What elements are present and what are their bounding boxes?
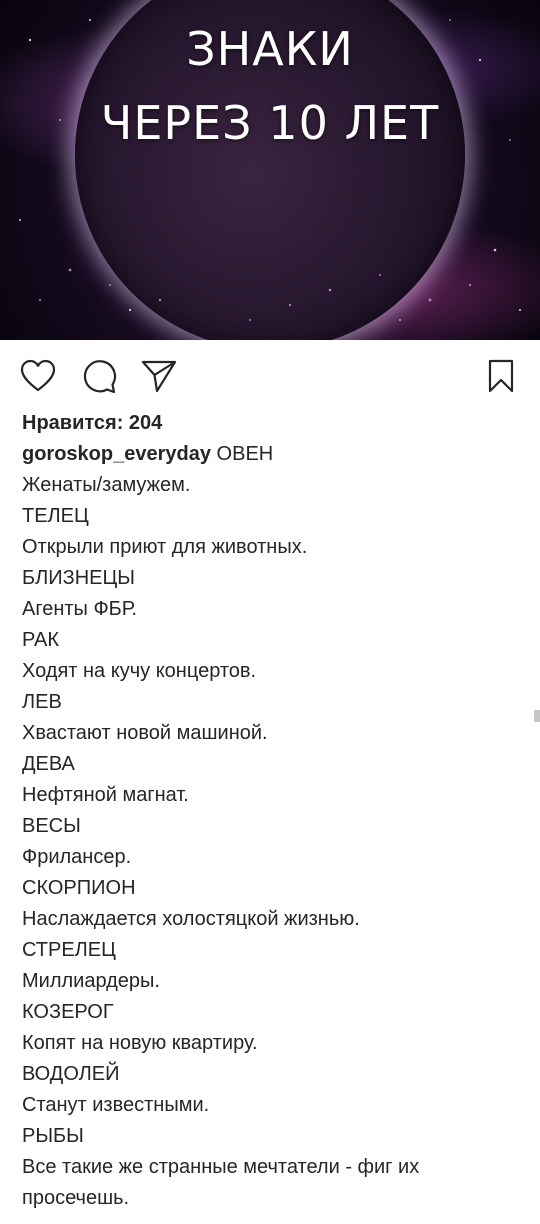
caption-line: Миллиардеры. <box>22 970 160 992</box>
save-button[interactable] <box>481 356 521 396</box>
image-title-line-2: ЧЕРЕЗ 10 ЛЕТ <box>100 96 440 150</box>
image-title-line-1: ЗНАКИ <box>186 22 354 76</box>
caption-line: ТЕЛЕЦ <box>22 505 89 527</box>
caption-line: Фрилансер. <box>22 846 132 868</box>
caption-line: Хвастают новой машиной. <box>22 722 268 744</box>
caption-line: Наслаждается холостяцкой жизнью. <box>22 908 360 930</box>
caption-line: РАК <box>22 629 59 651</box>
caption-first-line: goroskop_everyday ОВЕН <box>22 439 522 470</box>
post-caption: Нравится: 204 goroskop_everyday ОВЕН Жен… <box>22 408 522 1214</box>
caption-line: Агенты ФБР. <box>22 598 137 620</box>
paper-plane-icon <box>141 360 177 393</box>
post-actions <box>0 356 540 396</box>
caption-line: БЛИЗНЕЦЫ <box>22 567 135 589</box>
caption-line: ЛЕВ <box>22 691 62 713</box>
caption-line: Ходят на кучу концертов. <box>22 660 257 682</box>
speech-bubble-icon <box>83 360 117 394</box>
caption-line: Копят на новую квартиру. <box>22 1032 258 1054</box>
caption-line: Станут известными. <box>22 1094 210 1116</box>
caption-line: СКОРПИОН <box>22 877 136 899</box>
like-button[interactable] <box>18 356 58 396</box>
comment-button[interactable] <box>79 356 119 396</box>
likes-label: Нравится: <box>22 412 124 434</box>
likes-number: 204 <box>128 412 163 434</box>
caption-line: РЫБЫ <box>22 1125 84 1147</box>
caption-line: Нефтяной магнат. <box>22 784 189 806</box>
heart-icon <box>20 359 56 392</box>
likes-count[interactable]: Нравится: 204 <box>22 408 522 439</box>
caption-line: ОВЕН <box>216 443 274 465</box>
caption-line: КОЗЕРОГ <box>22 1001 114 1023</box>
caption-line: ДЕВА <box>22 753 75 775</box>
caption-line: СТРЕЛЕЦ <box>22 939 116 961</box>
username-link[interactable]: goroskop_everyday <box>22 443 211 465</box>
bookmark-icon <box>488 359 514 393</box>
post-image[interactable]: ЗНАКИ ЧЕРЕЗ 10 ЛЕТ <box>0 0 540 340</box>
scrollbar-thumb[interactable] <box>534 710 540 722</box>
caption-line: Все такие же странные мечтатели - фиг их… <box>22 1156 420 1209</box>
caption-line: ВОДОЛЕЙ <box>22 1063 120 1085</box>
caption-line: Открыли приют для животных. <box>22 536 308 558</box>
caption-line: ВЕСЫ <box>22 815 81 837</box>
share-button[interactable] <box>139 356 179 396</box>
caption-line: Женаты/замужем. <box>22 474 191 496</box>
